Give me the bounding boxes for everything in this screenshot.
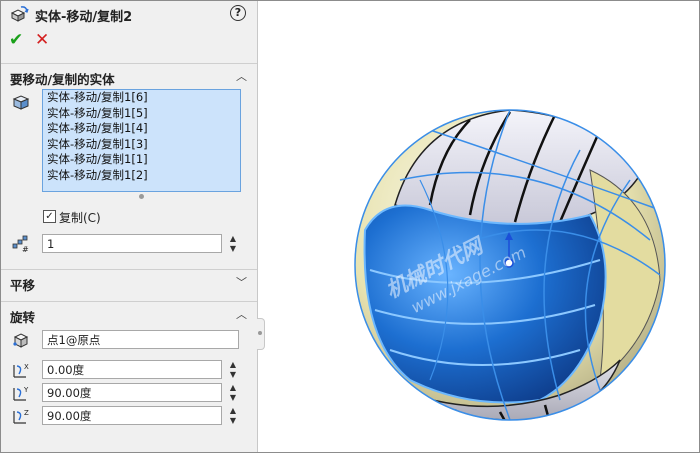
rotate-y-icon: Y [13,386,29,401]
ok-button[interactable]: ✔ [9,31,23,49]
rotate-x-spinner[interactable]: ▲ ▼ [227,360,239,380]
svg-text:Y: Y [23,386,29,394]
list-item[interactable]: 实体-移动/复制1[4] [43,121,240,137]
translate-section-title: 平移 [10,278,36,293]
svg-text:#: # [22,245,29,253]
collapse-icon[interactable]: ︿ [236,306,247,322]
rotate-y-spinner[interactable]: ▲ ▼ [227,383,239,403]
list-resize-handle[interactable] [139,194,144,199]
expand-icon[interactable]: ﹀ [236,274,247,290]
copy-checkbox-label: 复制(C) [59,211,101,225]
list-item[interactable]: 实体-移动/复制1[5] [43,106,240,122]
list-item[interactable]: 实体-移动/复制1[3] [43,137,240,153]
rotate-z-icon: Z [13,409,29,424]
bodies-section-header[interactable]: 要移动/复制的实体 ︿ [1,63,257,88]
rotate-x-icon: X [13,363,29,378]
rotate-x-input[interactable]: 0.00度 [42,360,222,379]
bodies-section-title: 要移动/复制的实体 [10,72,115,87]
rotation-point-icon [13,333,29,348]
cancel-button[interactable]: ✕ [35,31,49,49]
svg-text:X: X [24,363,29,371]
list-item[interactable]: 实体-移动/复制1[1] [43,152,240,168]
copy-checkbox[interactable]: ✓ [43,210,56,223]
solid-body-icon [12,95,30,110]
property-manager-panel: 实体-移动/复制2 ? ✔ ✕ 要移动/复制的实体 ︿ 实体-移动/复制1[6]… [1,1,258,452]
copies-count-spinner[interactable]: ▲ ▼ [227,234,239,254]
list-item[interactable]: 实体-移动/复制1[6] [43,90,240,106]
rotate-z-input[interactable]: 90.00度 [42,406,222,425]
graphics-viewport[interactable] [263,1,698,452]
panel-title: 实体-移动/复制2 [35,10,133,25]
list-item[interactable]: 实体-移动/复制1[2] [43,168,240,184]
svg-text:Z: Z [24,409,29,417]
help-button[interactable]: ? [230,5,246,21]
rotate-z-spinner[interactable]: ▲ ▼ [227,406,239,426]
panel-header: 实体-移动/复制2 ? [1,1,257,27]
rotate-section-header[interactable]: 旋转 ︿ [1,301,257,326]
copies-count-icon: # [12,235,29,253]
collapse-icon[interactable]: ︿ [236,68,247,84]
rotate-section-title: 旋转 [10,310,36,325]
rotate-y-input[interactable]: 90.00度 [42,383,222,402]
bodies-selection-list[interactable]: 实体-移动/复制1[6] 实体-移动/复制1[5] 实体-移动/复制1[4] 实… [42,89,241,192]
move-copy-body-icon [10,6,29,22]
rotation-point-field[interactable]: 点1@原点 [42,330,239,349]
copies-count-input[interactable]: 1 [42,234,222,253]
translate-section-header[interactable]: 平移 ﹀ [1,269,257,294]
